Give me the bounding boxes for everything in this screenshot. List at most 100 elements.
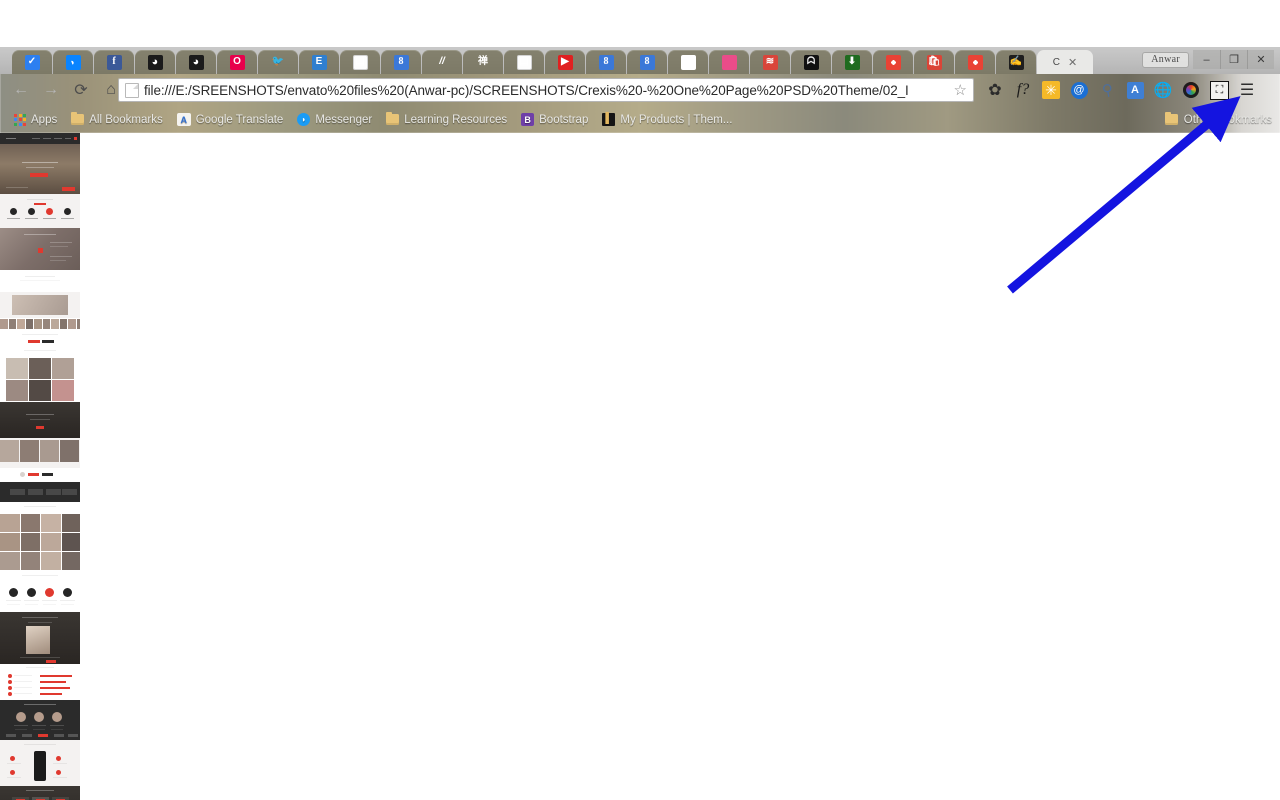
bookmark-messenger[interactable]: ◗ Messenger bbox=[291, 110, 378, 130]
envato-icon: ≋ bbox=[762, 54, 778, 70]
thumb-phone-mockup bbox=[34, 751, 46, 781]
letter-c-icon: C bbox=[680, 54, 696, 70]
thumb-text-line bbox=[32, 725, 46, 726]
bookmark-learning-resources-label: Learning Resources bbox=[404, 113, 508, 126]
restore-button[interactable]: ❐ bbox=[1220, 50, 1247, 69]
globe-icon[interactable]: 🌐 bbox=[1150, 77, 1176, 103]
thumb-accent-bar bbox=[36, 426, 44, 429]
opera-circle-icon bbox=[229, 54, 245, 70]
thumb-client-icon bbox=[27, 588, 36, 597]
github-tab-2[interactable] bbox=[176, 50, 216, 74]
cat-tab[interactable] bbox=[791, 50, 831, 74]
at-circle-icon[interactable]: @ bbox=[1066, 77, 1092, 103]
tab-close-icon[interactable]: ✕ bbox=[1068, 56, 1077, 69]
zen-tab[interactable]: 禅 bbox=[463, 50, 503, 74]
github-tab-1[interactable] bbox=[135, 50, 175, 74]
document-tab-1[interactable]: ▤ bbox=[340, 50, 380, 74]
messenger-icon bbox=[65, 54, 81, 70]
thumb-section-gallery-heading bbox=[0, 502, 80, 514]
thumb-text-line bbox=[25, 218, 38, 219]
facebook-tab[interactable]: f bbox=[94, 50, 134, 74]
bookmark-my-products[interactable]: My Products | Them... bbox=[596, 110, 738, 130]
thumb-text-line bbox=[30, 419, 50, 420]
webpage-screenshot-column[interactable] bbox=[0, 133, 80, 800]
codecanyon-tab[interactable]: C bbox=[668, 50, 708, 74]
thumb-section-tabs bbox=[0, 482, 80, 502]
thumb-image-grid bbox=[6, 358, 74, 401]
mail-tab[interactable] bbox=[12, 50, 52, 74]
fullscreen-capture-icon[interactable]: ⛶ bbox=[1206, 77, 1232, 103]
thumb-section-feature bbox=[0, 612, 80, 664]
screenshot-root: f🐦E▤8//禅▤▶88C≋⬇🛍✍C✕ Anwar – ❐ ✕ ← → ⟳ ⌂ … bbox=[0, 0, 1280, 800]
bookmark-google-translate-label: Google Translate bbox=[195, 113, 284, 126]
youtube-tab[interactable]: ▶ bbox=[545, 50, 585, 74]
thumb-text-line bbox=[61, 218, 74, 219]
bookmark-learning-resources[interactable]: Learning Resources bbox=[380, 110, 513, 130]
browser-window: f🐦E▤8//禅▤▶88C≋⬇🛍✍C✕ Anwar – ❐ ✕ ← → ⟳ ⌂ … bbox=[0, 47, 1280, 133]
thumb-avatar bbox=[52, 712, 62, 722]
script-tab[interactable]: ✍ bbox=[996, 50, 1036, 74]
profile-chip[interactable]: Anwar bbox=[1142, 51, 1189, 68]
translate-icon[interactable]: A bbox=[1122, 77, 1148, 103]
twitter-tab[interactable]: 🐦 bbox=[258, 50, 298, 74]
google-tab-3[interactable]: 8 bbox=[627, 50, 667, 74]
bookmark-all-bookmarks-label: All Bookmarks bbox=[89, 113, 163, 126]
back-button[interactable]: ← bbox=[8, 77, 34, 103]
google-tab-2[interactable]: 8 bbox=[586, 50, 626, 74]
download-tab[interactable]: ⬇ bbox=[832, 50, 872, 74]
webstore-tab[interactable]: 🛍 bbox=[914, 50, 954, 74]
thumb-section-clients bbox=[0, 584, 80, 612]
eyedropper-icon[interactable]: ⚲ bbox=[1094, 77, 1120, 103]
thumb-service-icon bbox=[10, 208, 17, 215]
google-tab-1[interactable]: 8 bbox=[381, 50, 421, 74]
chrome-menu-icon[interactable]: ☰ bbox=[1234, 77, 1260, 103]
thumb-section-filter-pills bbox=[0, 468, 80, 482]
evernote-tab[interactable]: E bbox=[299, 50, 339, 74]
thumb-text-line bbox=[65, 138, 71, 139]
messenger-tab[interactable] bbox=[53, 50, 93, 74]
thumb-text-line bbox=[24, 350, 56, 351]
thumb-client-icon bbox=[63, 588, 72, 597]
close-button[interactable]: ✕ bbox=[1247, 50, 1274, 69]
font-finder-icon-glyph: f? bbox=[1016, 81, 1030, 98]
color-lens-icon[interactable] bbox=[1178, 77, 1204, 103]
zen-kanji-icon: 禅 bbox=[478, 56, 488, 67]
dribbble-tab[interactable] bbox=[709, 50, 749, 74]
asterisk-icon[interactable]: ✳ bbox=[1038, 77, 1064, 103]
slashes-icon: // bbox=[439, 56, 445, 67]
thumb-text-line bbox=[25, 276, 55, 277]
bookmark-bootstrap[interactable]: B Bootstrap bbox=[515, 110, 594, 130]
apps-grid-icon bbox=[14, 113, 26, 126]
github-icon bbox=[188, 54, 204, 70]
envato-tab[interactable]: ≋ bbox=[750, 50, 790, 74]
settings-gear-icon[interactable]: ✿ bbox=[982, 77, 1008, 103]
minimize-button[interactable]: – bbox=[1193, 50, 1220, 69]
other-bookmarks-button[interactable]: Other bookmarks bbox=[1164, 106, 1272, 133]
font-finder-icon[interactable]: f? bbox=[1010, 77, 1036, 103]
chrome-icon bbox=[967, 54, 983, 70]
thumb-logo bbox=[68, 734, 78, 737]
bookmark-google-translate[interactable]: A Google Translate bbox=[171, 110, 290, 130]
thumb-section-services bbox=[0, 194, 80, 228]
navigation-buttons: ← → ⟳ ⌂ bbox=[8, 74, 124, 106]
google-8-icon: 8 bbox=[598, 54, 614, 70]
bookmark-all-bookmarks[interactable]: All Bookmarks bbox=[65, 110, 169, 130]
chrome-tab-2[interactable] bbox=[955, 50, 995, 74]
thumb-text-line bbox=[22, 162, 58, 163]
forward-button[interactable]: → bbox=[38, 77, 64, 103]
thumb-text-line bbox=[24, 600, 39, 601]
thumb-image-grid bbox=[0, 440, 79, 462]
thumb-section-clients-heading bbox=[0, 570, 80, 584]
active-tab[interactable]: C ✕ bbox=[1037, 50, 1093, 74]
address-bar[interactable]: file:///E:/SREENSHOTS/envato%20files%20(… bbox=[118, 78, 974, 102]
window-buttons: – ❐ ✕ bbox=[1193, 50, 1274, 69]
bookmark-apps[interactable]: Apps bbox=[8, 110, 63, 130]
opera-tab[interactable] bbox=[217, 50, 257, 74]
bookmark-star-icon[interactable]: ☆ bbox=[952, 81, 969, 99]
reload-button[interactable]: ⟳ bbox=[68, 77, 94, 103]
slashes-tab[interactable]: // bbox=[422, 50, 462, 74]
thumb-accent-bar bbox=[40, 675, 72, 677]
chrome-tab-1[interactable] bbox=[873, 50, 913, 74]
thumb-tab bbox=[28, 489, 43, 495]
document-tab-2[interactable]: ▤ bbox=[504, 50, 544, 74]
